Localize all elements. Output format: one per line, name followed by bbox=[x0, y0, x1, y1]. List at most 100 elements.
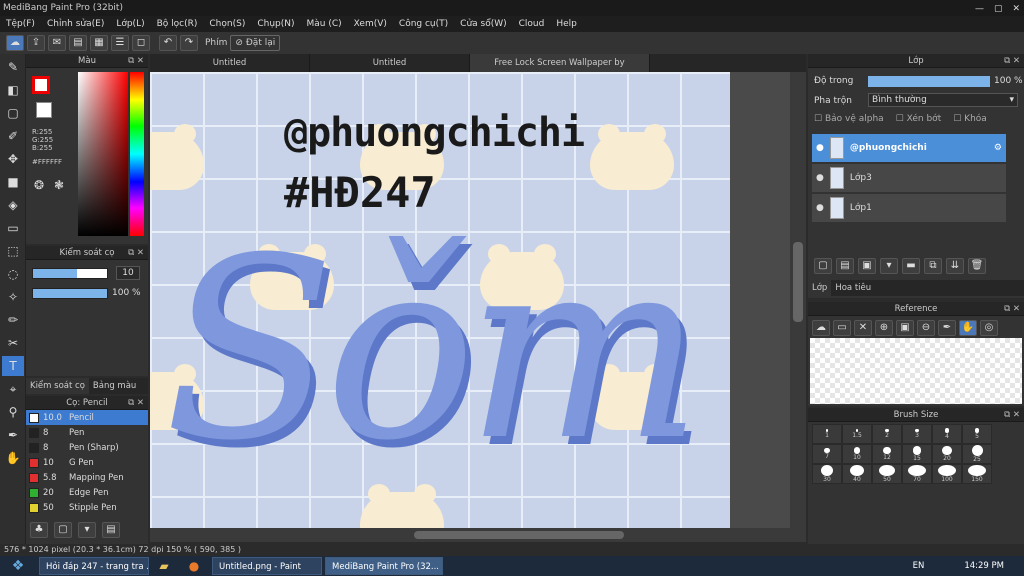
pen-tool-icon[interactable]: ✐ bbox=[2, 126, 24, 146]
brush-item[interactable]: 10 G Pen bbox=[26, 455, 148, 470]
brush-size-cell[interactable]: 150 bbox=[962, 464, 992, 484]
tab-wallpaper[interactable]: Free Lock Screen Wallpaper by Bymunbear.… bbox=[470, 54, 650, 86]
minimize-button[interactable]: — bbox=[975, 1, 984, 17]
vertical-scrollbar[interactable] bbox=[790, 72, 806, 528]
brush-size-cell[interactable]: 4 bbox=[932, 424, 962, 444]
hue-slider[interactable] bbox=[130, 72, 144, 236]
brush-tool-icon[interactable]: ✎ bbox=[2, 57, 24, 77]
brush-size-cell[interactable]: 2 bbox=[872, 424, 902, 444]
close-ref-icon[interactable]: ✕ bbox=[854, 320, 872, 336]
open-ref-icon[interactable]: ▭ bbox=[833, 320, 851, 336]
menu-select[interactable]: Chọn(S) bbox=[203, 16, 251, 32]
palette-icon[interactable]: ❂ bbox=[34, 178, 44, 192]
brush-settings-icon[interactable]: ▤ bbox=[102, 522, 120, 538]
eyedropper-icon[interactable]: ⚲ bbox=[2, 402, 24, 422]
close-button[interactable]: ✕ bbox=[1012, 1, 1020, 17]
tab-layer[interactable]: Lớp bbox=[808, 280, 832, 296]
menu-file[interactable]: Tệp(F) bbox=[0, 16, 41, 32]
brush-size-cell[interactable]: 50 bbox=[872, 464, 902, 484]
zoom-in-icon[interactable]: ⊕ bbox=[875, 320, 893, 336]
grid-icon[interactable]: ▦ bbox=[90, 35, 108, 51]
alpha-protect-checkbox[interactable]: ☐ Bảo vệ alpha bbox=[814, 114, 884, 124]
select-pen-icon[interactable]: ✏ bbox=[2, 310, 24, 330]
menu-color[interactable]: Màu (C) bbox=[301, 16, 348, 32]
menu-layer[interactable]: Lớp(L) bbox=[110, 16, 150, 32]
brush-size-cell[interactable]: 5 bbox=[962, 424, 992, 444]
add-layer-menu-icon[interactable]: ▾ bbox=[880, 258, 898, 274]
magic-wand-icon[interactable]: ✧ bbox=[2, 287, 24, 307]
brush-size-cell[interactable]: 1.5 bbox=[842, 424, 872, 444]
add-brush-icon[interactable]: ♣ bbox=[30, 522, 48, 538]
eraser-tool-icon[interactable]: ◧ bbox=[2, 80, 24, 100]
brush-menu-icon[interactable]: ▾ bbox=[78, 522, 96, 538]
select-tool-icon[interactable]: ⬚ bbox=[2, 241, 24, 261]
taskbar-paint[interactable]: Untitled.png - Paint bbox=[212, 557, 322, 575]
brush-size-cell[interactable]: 25 bbox=[962, 444, 992, 464]
menu-edit[interactable]: Chỉnh sửa(E) bbox=[41, 16, 110, 32]
color-picker-square[interactable] bbox=[78, 72, 128, 236]
background-swatch[interactable] bbox=[36, 102, 52, 118]
bucket-tool-icon[interactable]: ◈ bbox=[2, 195, 24, 215]
brush-size-cell[interactable]: 20 bbox=[932, 444, 962, 464]
explorer-icon[interactable]: ▰ bbox=[149, 559, 179, 573]
merge-layer-icon[interactable]: ⇊ bbox=[946, 258, 964, 274]
brush-size-cell[interactable]: 30 bbox=[812, 464, 842, 484]
fill-rect-tool-icon[interactable]: ■ bbox=[2, 172, 24, 192]
brush-item[interactable]: 8 Pen (Sharp) bbox=[26, 440, 148, 455]
redo-icon[interactable]: ↷ bbox=[180, 35, 198, 51]
taskbar-browser[interactable]: Hỏi đáp 247 - trang tra ... bbox=[39, 557, 149, 575]
new-color-layer-icon[interactable]: ▣ bbox=[858, 258, 876, 274]
start-button[interactable]: ❖ bbox=[0, 558, 36, 574]
menu-snap[interactable]: Chụp(N) bbox=[251, 16, 300, 32]
lock-checkbox[interactable]: ☐ Khóa bbox=[953, 114, 987, 124]
undo-icon[interactable]: ↶ bbox=[159, 35, 177, 51]
brush-item[interactable]: 8 Pen bbox=[26, 425, 148, 440]
firefox-icon[interactable]: ● bbox=[179, 559, 209, 573]
brush-item[interactable]: 10.0 Pencil bbox=[26, 410, 148, 425]
gear-icon[interactable]: ⚙ bbox=[994, 143, 1002, 153]
hand-tool-icon[interactable]: ✋ bbox=[2, 448, 24, 468]
comment-icon[interactable]: ✉ bbox=[48, 35, 66, 51]
zoom-out-icon[interactable]: ⊖ bbox=[917, 320, 935, 336]
dropper-icon[interactable]: ✒ bbox=[2, 425, 24, 445]
artwork[interactable]: @phuongchichi #HĐ247 Sǒm bbox=[150, 72, 730, 528]
maximize-button[interactable]: ▢ bbox=[994, 1, 1003, 17]
layer-row[interactable]: ● Lớp1 bbox=[812, 194, 1006, 222]
new-halftone-layer-icon[interactable]: ▤ bbox=[836, 258, 854, 274]
folder-icon[interactable]: ▬ bbox=[902, 258, 920, 274]
menu-tools[interactable]: Công cụ(T) bbox=[393, 16, 454, 32]
frame-tool-icon[interactable]: ⌖ bbox=[2, 379, 24, 399]
new-brush-icon[interactable]: ▢ bbox=[54, 522, 72, 538]
brush-item[interactable]: 20 Edge Pen bbox=[26, 485, 148, 500]
layer-row[interactable]: ● @phuongchichi ⚙ bbox=[812, 134, 1006, 162]
brush-size-cell[interactable]: 7 bbox=[812, 444, 842, 464]
brush-size-cell[interactable]: 3 bbox=[902, 424, 932, 444]
rect-tool-icon[interactable]: ▢ bbox=[2, 103, 24, 123]
duplicate-layer-icon[interactable]: ⧉ bbox=[924, 258, 942, 274]
document-icon[interactable]: ▤ bbox=[69, 35, 87, 51]
palette-edit-icon[interactable]: ❃ bbox=[54, 178, 64, 192]
eye-icon[interactable]: ● bbox=[816, 173, 824, 183]
ref-hand-icon[interactable]: ✋ bbox=[959, 320, 977, 336]
layer-opacity-slider[interactable] bbox=[868, 76, 990, 87]
ref-rotate-icon[interactable]: ◎ bbox=[980, 320, 998, 336]
brush-item[interactable]: 50 Stipple Pen bbox=[26, 500, 148, 515]
fit-icon[interactable]: ▣ bbox=[896, 320, 914, 336]
canvas-area[interactable]: @phuongchichi #HĐ247 Sǒm bbox=[150, 72, 806, 528]
brush-size-value[interactable]: 10 bbox=[116, 266, 140, 280]
clipping-checkbox[interactable]: ☐ Xén bớt bbox=[896, 114, 942, 124]
eye-icon[interactable]: ● bbox=[816, 203, 824, 213]
reset-button[interactable]: ⊘ Đặt lại bbox=[230, 35, 281, 51]
menu-cloud[interactable]: Cloud bbox=[513, 16, 551, 32]
new-layer-icon[interactable]: ▢ bbox=[814, 258, 832, 274]
brush-item[interactable]: 5.8 Mapping Pen bbox=[26, 470, 148, 485]
menu-help[interactable]: Help bbox=[550, 16, 583, 32]
clock[interactable]: 14:29 PM bbox=[964, 561, 1004, 571]
brush-size-cell[interactable]: 10 bbox=[842, 444, 872, 464]
tab-brush-control[interactable]: Kiểm soát cọ bbox=[26, 378, 89, 394]
menu-view[interactable]: Xem(V) bbox=[348, 16, 393, 32]
brush-size-cell[interactable]: 70 bbox=[902, 464, 932, 484]
tab-navigator[interactable]: Hoa tiêu bbox=[831, 280, 875, 296]
brush-size-cell[interactable]: 12 bbox=[872, 444, 902, 464]
list-icon[interactable]: ☰ bbox=[111, 35, 129, 51]
